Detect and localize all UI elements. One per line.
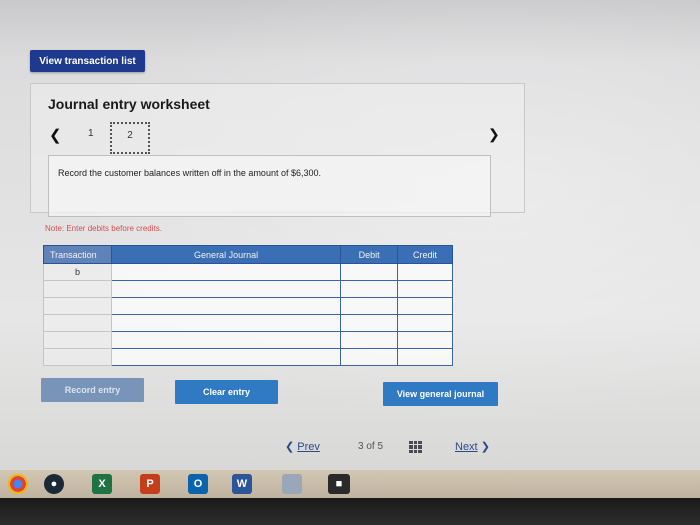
notes-icon[interactable] xyxy=(282,474,302,494)
clear-entry-button[interactable]: Clear entry xyxy=(175,380,278,404)
debit-input[interactable] xyxy=(340,263,399,281)
view-transaction-list-button[interactable]: View transaction list xyxy=(30,50,145,72)
transaction-cell xyxy=(43,314,112,332)
worksheet-title: Journal entry worksheet xyxy=(48,96,210,112)
table-row xyxy=(43,348,453,366)
terminal-icon[interactable]: ■ xyxy=(328,474,350,494)
previous-step-chevron-icon[interactable]: ❮ xyxy=(49,126,62,144)
header-debit: Debit xyxy=(340,245,399,264)
account-input[interactable] xyxy=(110,314,342,332)
debit-input[interactable] xyxy=(340,280,399,298)
table-row: b xyxy=(43,263,453,281)
credit-input[interactable] xyxy=(397,348,453,366)
grid-view-icon[interactable] xyxy=(409,441,422,453)
monitor-bezel xyxy=(0,498,700,525)
credit-input[interactable] xyxy=(397,314,453,332)
credit-input[interactable] xyxy=(397,331,453,349)
record-entry-button[interactable]: Record entry xyxy=(41,378,144,402)
credit-input[interactable] xyxy=(397,263,453,281)
table-row xyxy=(43,297,453,315)
chrome-icon[interactable] xyxy=(8,474,28,494)
account-input[interactable] xyxy=(110,348,342,366)
journal-entry-table: Transaction General Journal Debit Credit… xyxy=(43,245,453,366)
debit-input[interactable] xyxy=(340,314,399,332)
credit-input[interactable] xyxy=(397,280,453,298)
transaction-cell xyxy=(43,331,112,349)
instruction-box: Record the customer balances written off… xyxy=(48,155,491,217)
account-input[interactable] xyxy=(110,331,342,349)
powerpoint-icon[interactable]: P xyxy=(140,474,160,494)
debit-input[interactable] xyxy=(340,331,399,349)
step-1-tab[interactable]: 1 xyxy=(88,128,94,139)
header-transaction: Transaction xyxy=(43,245,112,264)
header-general-journal: General Journal xyxy=(110,245,342,264)
step-2-tab[interactable]: 2 xyxy=(110,122,150,154)
table-row xyxy=(43,331,453,349)
next-label: Next xyxy=(455,441,478,453)
table-row xyxy=(43,280,453,298)
prev-link[interactable]: ❮ Prev xyxy=(285,440,320,453)
credit-input[interactable] xyxy=(397,297,453,315)
transaction-cell xyxy=(43,297,112,315)
next-link[interactable]: Next ❯ xyxy=(455,440,490,453)
transaction-cell xyxy=(43,280,112,298)
account-input[interactable] xyxy=(110,297,342,315)
chevron-left-icon: ❮ xyxy=(285,441,295,453)
debit-input[interactable] xyxy=(340,348,399,366)
view-general-journal-button[interactable]: View general journal xyxy=(383,382,498,406)
instruction-text: Record the customer balances written off… xyxy=(58,168,321,178)
excel-icon[interactable]: X xyxy=(92,474,112,494)
account-input[interactable] xyxy=(110,280,342,298)
header-credit: Credit xyxy=(397,245,453,264)
word-icon[interactable]: W xyxy=(232,474,252,494)
prev-label: Prev xyxy=(297,441,320,453)
debit-input[interactable] xyxy=(340,297,399,315)
outlook-icon[interactable]: O xyxy=(188,474,208,494)
chevron-right-icon: ❯ xyxy=(480,441,490,453)
account-input[interactable] xyxy=(110,263,342,281)
next-step-chevron-icon[interactable]: ❯ xyxy=(488,126,500,143)
note-text: Note: Enter debits before credits. xyxy=(45,224,162,233)
transaction-cell xyxy=(43,348,112,366)
table-row xyxy=(43,314,453,332)
steam-icon[interactable]: ● xyxy=(44,474,64,494)
transaction-cell: b xyxy=(43,263,112,281)
page-counter: 3 of 5 xyxy=(358,441,384,452)
